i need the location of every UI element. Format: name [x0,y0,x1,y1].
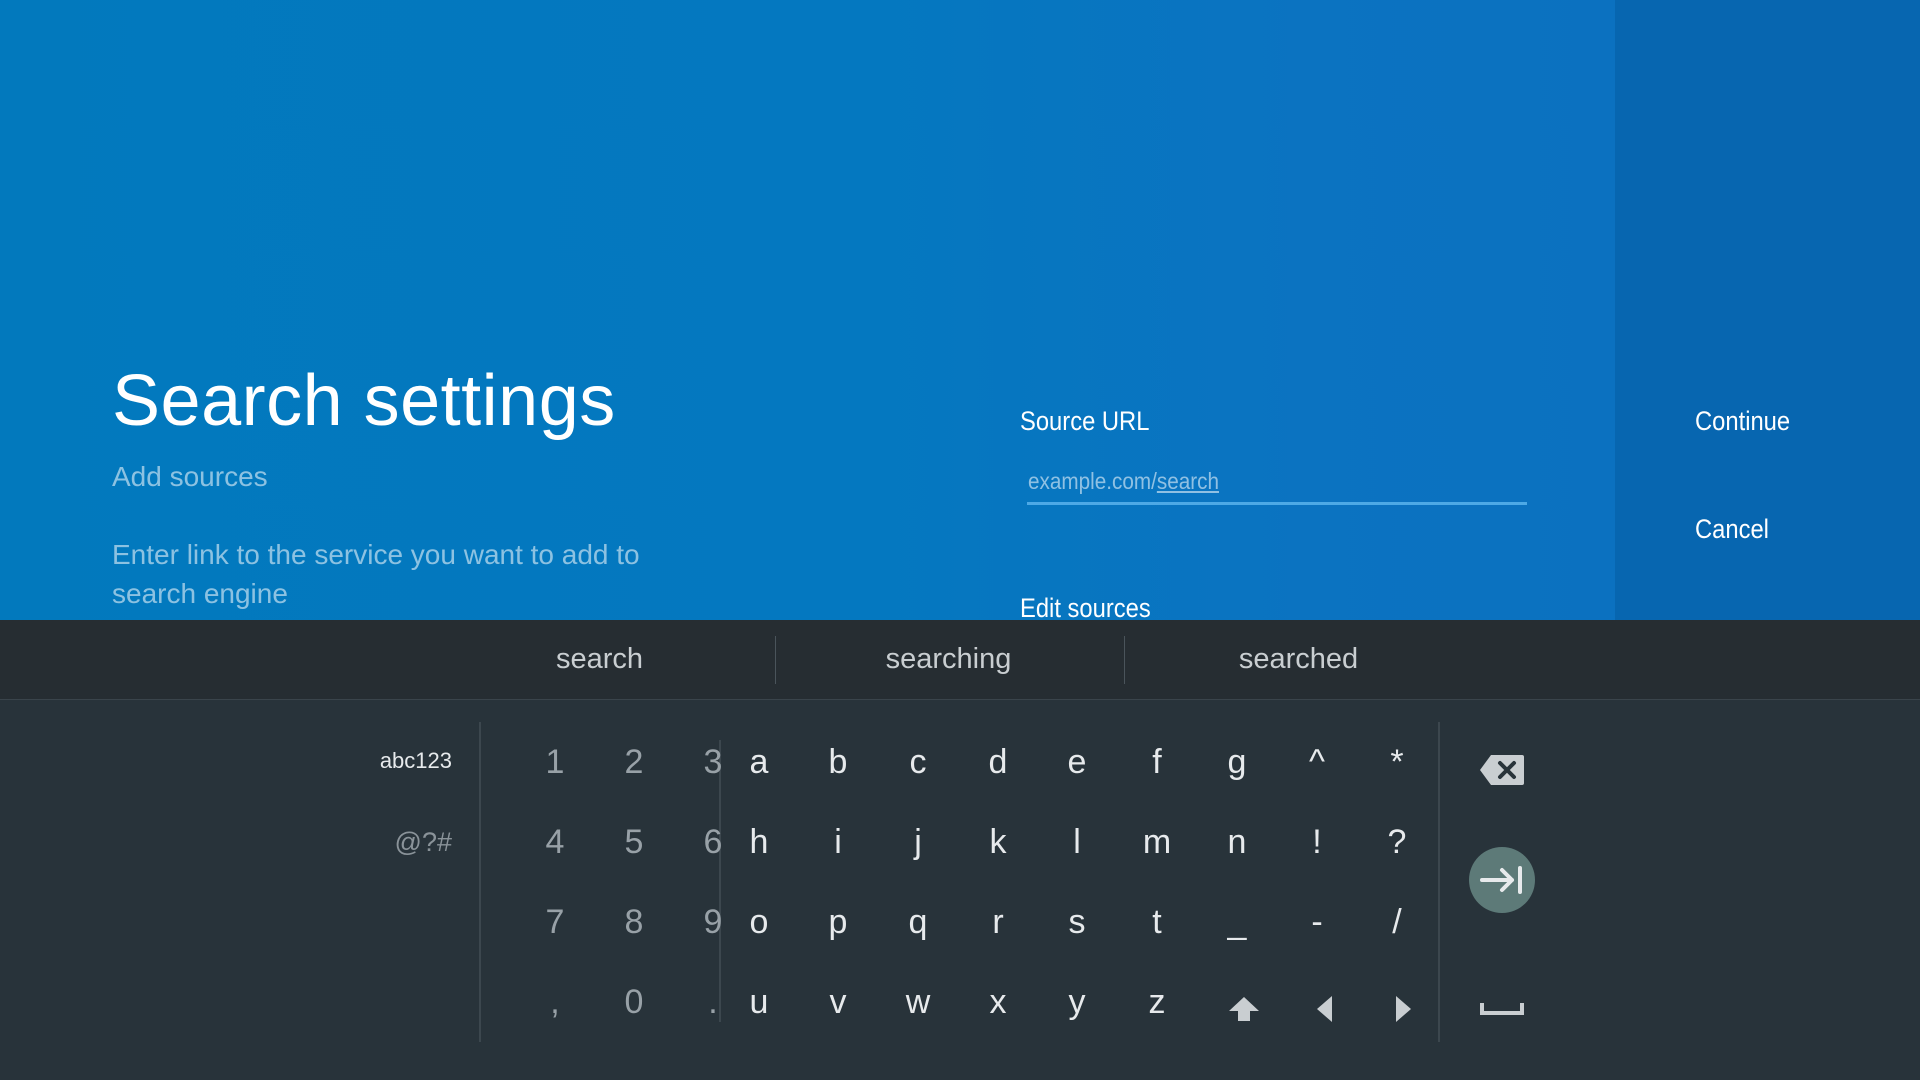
letter-key[interactable]: z [1122,967,1192,1037]
next-field-button[interactable] [1469,847,1535,913]
page-description: Enter link to the service you want to ad… [112,539,640,609]
letter-key[interactable]: m [1122,807,1192,877]
edit-sources-option[interactable]: Edit sources [1020,593,1151,620]
letter-key[interactable]: / [1362,887,1432,957]
letter-key[interactable]: w [883,967,953,1037]
shift-key[interactable] [1209,979,1279,1039]
page-subtitle: Add sources [112,461,268,492]
letter-key[interactable]: d [963,727,1033,797]
letter-key[interactable]: u [724,967,794,1037]
letter-key[interactable]: t [1122,887,1192,957]
mode-abc123-key[interactable]: abc123 [342,736,452,786]
source-url-input[interactable] [1027,462,1527,505]
letter-key[interactable]: n [1202,807,1272,877]
letter-key[interactable]: c [883,727,953,797]
letter-key[interactable]: f [1122,727,1192,797]
letter-key[interactable]: a [724,727,794,797]
arrow-right-icon [1396,996,1411,1022]
letter-key[interactable]: p [803,887,873,957]
page-title: Search settings [112,361,616,441]
space-icon [1480,1003,1524,1015]
cursor-left-key[interactable] [1289,979,1359,1039]
suggestion-strip: search searching searched [0,620,1920,700]
letter-key[interactable]: ^ [1282,727,1352,797]
numpad-key[interactable]: , [520,967,590,1037]
letter-key[interactable]: - [1282,887,1352,957]
backspace-icon [1480,755,1524,785]
letter-key[interactable]: j [883,807,953,877]
numpad-key[interactable]: 1 [520,727,590,797]
letter-key[interactable]: r [963,887,1033,957]
letter-key[interactable]: l [1042,807,1112,877]
numpad-key[interactable]: 5 [599,807,669,877]
backspace-key[interactable] [1467,740,1537,800]
letter-key[interactable]: v [803,967,873,1037]
letter-key[interactable]: y [1042,967,1112,1037]
arrow-left-icon [1317,996,1332,1022]
space-key[interactable] [1467,988,1537,1028]
numpad-key[interactable]: 4 [520,807,590,877]
source-url-label: Source URL [1020,406,1150,436]
mode-symbols-key[interactable]: @?# [342,817,452,867]
letter-key[interactable]: i [803,807,873,877]
letter-key[interactable]: h [724,807,794,877]
cancel-button[interactable]: Cancel [1695,514,1769,545]
numpad-key[interactable]: 7 [520,887,590,957]
cursor-right-key[interactable] [1369,979,1439,1039]
settings-panel: Search settings Add sources Enter link t… [0,0,1920,620]
letter-key[interactable]: b [803,727,873,797]
numpad-key[interactable]: 8 [599,887,669,957]
numpad-key[interactable]: 2 [599,727,669,797]
numpad-key[interactable]: 0 [599,967,669,1037]
keyboard-divider [479,722,481,1042]
letter-key[interactable]: * [1362,727,1432,797]
letter-key[interactable]: k [963,807,1033,877]
letter-key[interactable]: ! [1282,807,1352,877]
letter-key[interactable]: ? [1362,807,1432,877]
next-field-icon [1480,866,1522,894]
suggestion-item[interactable]: searched [1124,620,1473,699]
letter-key[interactable]: g [1202,727,1272,797]
suggestion-item[interactable]: searching [774,620,1123,699]
letter-key[interactable]: o [724,887,794,957]
letter-key[interactable]: x [963,967,1033,1037]
suggestion-item[interactable]: search [425,620,774,699]
letter-key[interactable]: s [1042,887,1112,957]
letter-key[interactable]: _ [1202,887,1272,957]
continue-button[interactable]: Continue [1695,406,1790,437]
letter-key[interactable]: e [1042,727,1112,797]
shift-icon [1229,997,1259,1021]
letter-key[interactable]: q [883,887,953,957]
on-screen-keyboard: abc123 @?# 123456789,0. a b c d e f g ^ * h i j k l m n… [0,700,1920,1080]
